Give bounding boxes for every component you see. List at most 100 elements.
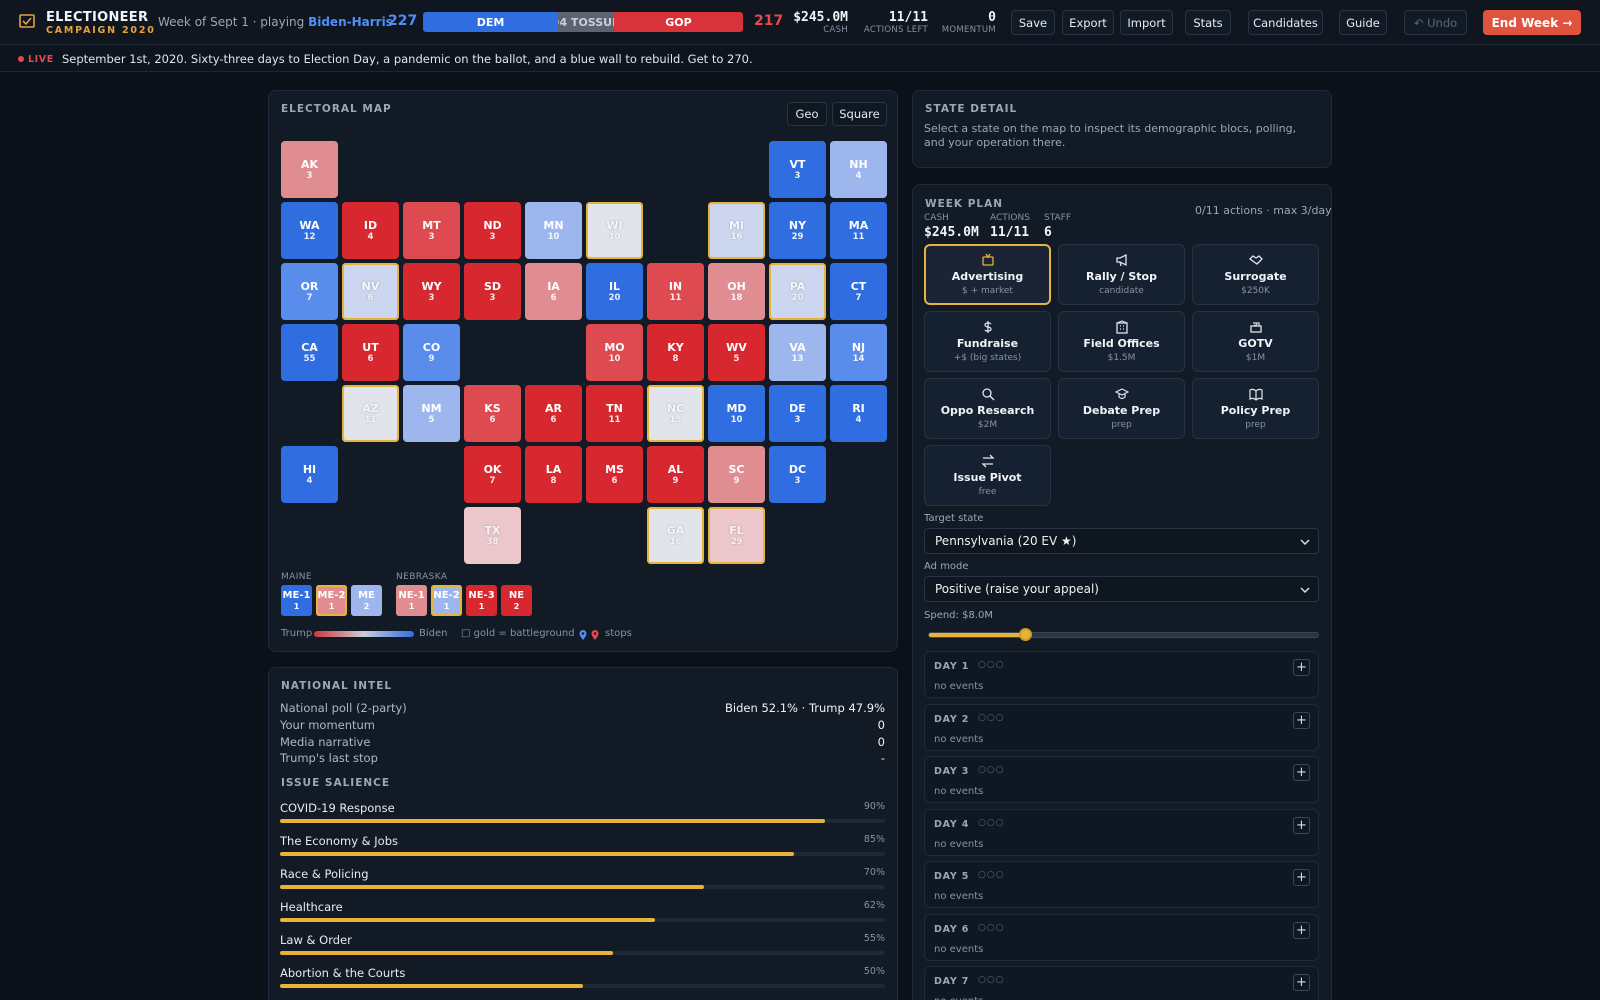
state-tile-id[interactable]: ID 4 bbox=[342, 202, 399, 259]
state-tile-nc[interactable]: NC 15 bbox=[647, 385, 704, 442]
state-tile-in[interactable]: IN 11 bbox=[647, 263, 704, 320]
state-tile-ut[interactable]: UT 6 bbox=[342, 324, 399, 381]
state-abbr: KY bbox=[667, 340, 684, 354]
issue-percent: 70% bbox=[863, 867, 885, 878]
spend-slider[interactable] bbox=[928, 628, 1319, 641]
ad-mode-select[interactable]: Positive (raise your appeal) bbox=[924, 576, 1319, 602]
state-tile-ar[interactable]: AR 6 bbox=[525, 385, 582, 442]
state-tile-ri[interactable]: RI 4 bbox=[830, 385, 887, 442]
state-ev: 6 bbox=[367, 353, 374, 364]
state-tile-ny[interactable]: NY 29 bbox=[769, 202, 826, 259]
action-card-advertising[interactable]: Advertising $ + market bbox=[924, 244, 1051, 305]
state-abbr: CT bbox=[850, 279, 867, 293]
district-tile-ne[interactable]: NE 2 bbox=[501, 585, 532, 616]
chevron-down-icon bbox=[1300, 539, 1310, 546]
state-tile-nm[interactable]: NM 5 bbox=[403, 385, 460, 442]
state-tile-tx[interactable]: TX 38 bbox=[464, 507, 521, 564]
state-tile-nj[interactable]: NJ 14 bbox=[830, 324, 887, 381]
state-ev: 3 bbox=[306, 170, 313, 181]
district-tile-ne-2[interactable]: NE-2 1 bbox=[431, 585, 462, 616]
add-event-button[interactable]: + bbox=[1293, 659, 1310, 676]
undo-button[interactable]: ↶ Undo bbox=[1404, 10, 1467, 35]
save-button[interactable]: Save bbox=[1011, 10, 1055, 35]
day-card: DAY 2 ○○○ no events + bbox=[924, 703, 1319, 751]
district-tile-ne-3[interactable]: NE-3 1 bbox=[466, 585, 497, 616]
export-button[interactable]: Export bbox=[1062, 10, 1114, 35]
state-tile-or[interactable]: OR 7 bbox=[281, 263, 338, 320]
action-card-policy-prep[interactable]: Policy Prep prep bbox=[1192, 378, 1319, 439]
state-tile-co[interactable]: CO 9 bbox=[403, 324, 460, 381]
issue-name: The Economy & Jobs bbox=[280, 834, 398, 848]
state-tile-mo[interactable]: MO 10 bbox=[586, 324, 643, 381]
state-tile-va[interactable]: VA 13 bbox=[769, 324, 826, 381]
state-tile-wa[interactable]: WA 12 bbox=[281, 202, 338, 259]
state-tile-pa[interactable]: PA 20 bbox=[769, 263, 826, 320]
state-tile-ak[interactable]: AK 3 bbox=[281, 141, 338, 198]
state-abbr: OK bbox=[483, 462, 502, 476]
state-tile-ca[interactable]: CA 55 bbox=[281, 324, 338, 381]
state-tile-dc[interactable]: DC 3 bbox=[769, 446, 826, 503]
action-card-oppo-research[interactable]: Oppo Research $2M bbox=[924, 378, 1051, 439]
guide-button[interactable]: Guide bbox=[1339, 10, 1387, 35]
action-card-gotv[interactable]: GOTV $1M bbox=[1192, 311, 1319, 372]
state-tile-ct[interactable]: CT 7 bbox=[830, 263, 887, 320]
state-tile-nd[interactable]: ND 3 bbox=[464, 202, 521, 259]
book-icon bbox=[1248, 388, 1263, 401]
state-tile-wv[interactable]: WV 5 bbox=[708, 324, 765, 381]
state-tile-al[interactable]: AL 9 bbox=[647, 446, 704, 503]
add-event-button[interactable]: + bbox=[1293, 711, 1310, 729]
state-tile-nv[interactable]: NV 6 bbox=[342, 263, 399, 320]
state-tile-ms[interactable]: MS 6 bbox=[586, 446, 643, 503]
action-card-issue-pivot[interactable]: Issue Pivot free bbox=[924, 445, 1051, 506]
action-card-rally-stop[interactable]: Rally / Stop candidate bbox=[1058, 244, 1185, 305]
add-event-button[interactable]: + bbox=[1293, 764, 1310, 781]
import-button[interactable]: Import bbox=[1120, 10, 1173, 35]
add-event-button[interactable]: + bbox=[1293, 869, 1310, 886]
district-tile-me[interactable]: ME 2 bbox=[351, 585, 382, 616]
action-card-surrogate[interactable]: Surrogate $250K bbox=[1192, 244, 1319, 305]
state-tile-la[interactable]: LA 8 bbox=[525, 446, 582, 503]
add-event-button[interactable]: + bbox=[1293, 974, 1310, 991]
end-week-button[interactable]: End Week → bbox=[1483, 10, 1581, 35]
issue-percent: 90% bbox=[863, 801, 885, 812]
state-tile-nh[interactable]: NH 4 bbox=[830, 141, 887, 198]
state-tile-ga[interactable]: GA 16 bbox=[647, 507, 704, 564]
state-tile-md[interactable]: MD 10 bbox=[708, 385, 765, 442]
square-view-button[interactable]: Square bbox=[832, 102, 887, 126]
state-tile-mn[interactable]: MN 10 bbox=[525, 202, 582, 259]
state-tile-wi[interactable]: WI 10 bbox=[586, 202, 643, 259]
state-tile-wy[interactable]: WY 3 bbox=[403, 263, 460, 320]
state-tile-mi[interactable]: MI 16 bbox=[708, 202, 765, 259]
state-tile-sd[interactable]: SD 3 bbox=[464, 263, 521, 320]
state-tile-fl[interactable]: FL 29 bbox=[708, 507, 765, 564]
state-ev: 16 bbox=[669, 536, 682, 547]
state-tile-tn[interactable]: TN 11 bbox=[586, 385, 643, 442]
state-tile-ky[interactable]: KY 8 bbox=[647, 324, 704, 381]
state-abbr: NV bbox=[361, 279, 380, 293]
geo-view-button[interactable]: Geo bbox=[787, 102, 827, 126]
state-tile-az[interactable]: AZ 11 bbox=[342, 385, 399, 442]
state-tile-ok[interactable]: OK 7 bbox=[464, 446, 521, 503]
state-tile-vt[interactable]: VT 3 bbox=[769, 141, 826, 198]
action-card-field-offices[interactable]: Field Offices $1.5M bbox=[1058, 311, 1185, 372]
action-card-debate-prep[interactable]: Debate Prep prep bbox=[1058, 378, 1185, 439]
state-tile-mt[interactable]: MT 3 bbox=[403, 202, 460, 259]
action-card-fundraise[interactable]: Fundraise +$ (big states) bbox=[924, 311, 1051, 372]
state-tile-ks[interactable]: KS 6 bbox=[464, 385, 521, 442]
state-tile-sc[interactable]: SC 9 bbox=[708, 446, 765, 503]
state-tile-de[interactable]: DE 3 bbox=[769, 385, 826, 442]
add-event-button[interactable]: + bbox=[1293, 921, 1310, 939]
candidates-button[interactable]: Candidates bbox=[1248, 10, 1323, 35]
district-tile-ne-1[interactable]: NE-1 1 bbox=[396, 585, 427, 616]
target-state-select[interactable]: Pennsylvania (20 EV ★) bbox=[924, 528, 1319, 554]
state-tile-il[interactable]: IL 20 bbox=[586, 263, 643, 320]
state-tile-hi[interactable]: HI 4 bbox=[281, 446, 338, 503]
district-tile-me-2[interactable]: ME-2 1 bbox=[316, 585, 347, 616]
state-tile-ma[interactable]: MA 11 bbox=[830, 202, 887, 259]
add-event-button[interactable]: + bbox=[1293, 816, 1310, 834]
state-tile-oh[interactable]: OH 18 bbox=[708, 263, 765, 320]
state-tile-ia[interactable]: IA 6 bbox=[525, 263, 582, 320]
stop-pin-icons bbox=[579, 630, 599, 640]
district-tile-me-1[interactable]: ME-1 1 bbox=[281, 585, 312, 616]
stats-button[interactable]: Stats bbox=[1185, 10, 1231, 35]
